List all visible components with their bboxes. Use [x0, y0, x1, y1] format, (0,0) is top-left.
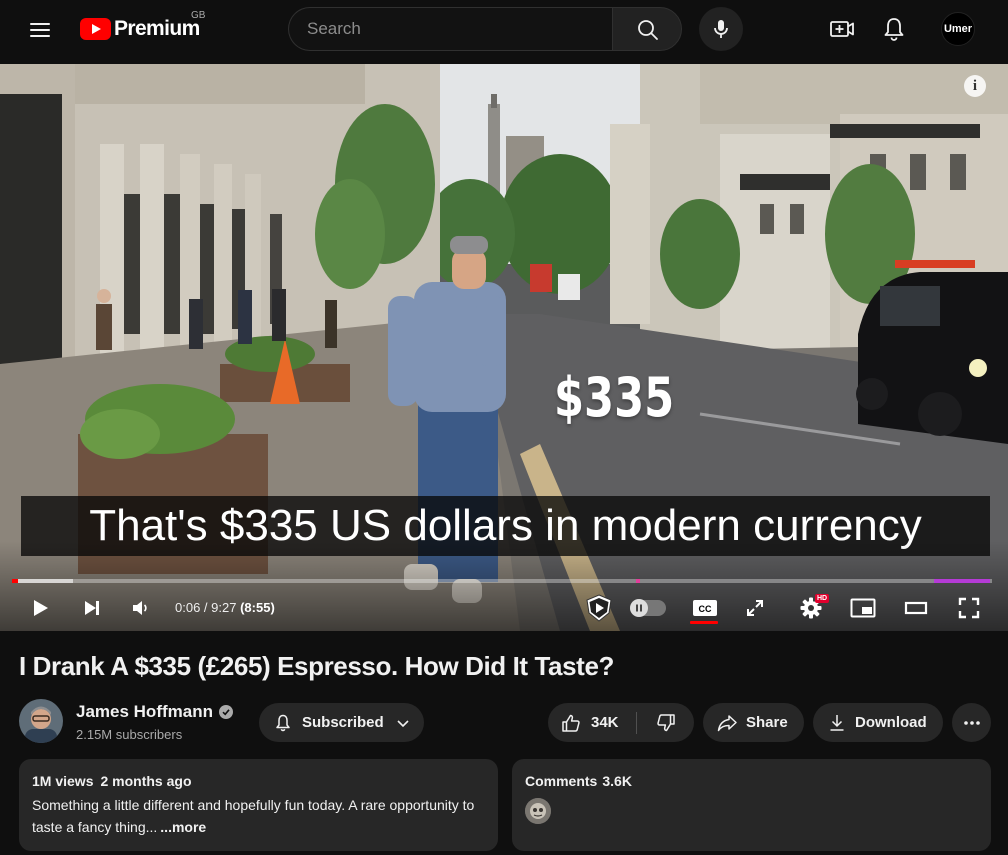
svg-text:CC: CC — [699, 604, 712, 614]
commenter-avatar — [525, 798, 551, 824]
pause-icon — [630, 599, 648, 617]
channel-avatar[interactable] — [19, 699, 63, 743]
channel-name[interactable]: James Hoffmann — [76, 702, 233, 722]
comments-header: Comments 3.6K — [525, 773, 978, 789]
guide-menu-button[interactable] — [24, 14, 56, 44]
miniplayer-button[interactable] — [847, 590, 879, 626]
notifications-bell-icon[interactable] — [878, 13, 910, 45]
like-count: 34K — [591, 714, 619, 731]
video-player[interactable]: i $335 That's $335 US dollars in modern … — [0, 64, 1008, 631]
channel-avatar-image — [19, 699, 63, 743]
masthead: Premium GB Umer — [0, 0, 1008, 58]
channel-name-text: James Hoffmann — [76, 702, 213, 721]
video-title: I Drank A $335 (£265) Espresso. How Did … — [19, 651, 614, 681]
overlay-price-text: $335 — [554, 366, 675, 429]
like-dislike-group: 34K — [548, 703, 694, 742]
current-time: 0:06 — [175, 600, 201, 615]
bell-icon — [276, 714, 290, 731]
miniplayer-expand-button[interactable] — [740, 590, 770, 626]
remaining-time: (8:55) — [240, 600, 275, 615]
theater-mode-icon — [904, 601, 928, 615]
comments-card[interactable]: Comments 3.6K — [512, 759, 991, 851]
view-count: 1M views — [32, 773, 94, 789]
comments-count: 3.6K — [602, 773, 632, 789]
more-horizontal-icon — [963, 720, 980, 725]
chevron-down-icon — [397, 719, 409, 727]
voice-search-button[interactable] — [699, 7, 743, 51]
shield-play-icon — [586, 594, 612, 622]
sponsorblock-button[interactable] — [581, 590, 617, 626]
expand-arrows-icon — [747, 600, 763, 616]
miniplayer-icon — [850, 598, 876, 618]
progress-bar[interactable] — [12, 579, 992, 583]
thumbs-down-icon — [656, 713, 675, 731]
download-label: Download — [855, 714, 927, 731]
time-separator: / — [200, 600, 212, 615]
search-box — [288, 7, 613, 51]
share-arrow-icon — [717, 714, 737, 731]
thumbs-up-icon — [562, 714, 580, 732]
fullscreen-icon — [958, 597, 980, 619]
hd-badge: HD — [815, 594, 830, 603]
commenter-avatar-image — [525, 798, 551, 824]
total-time: 9:27 — [211, 600, 237, 615]
progress-played — [12, 579, 18, 583]
dislike-button[interactable] — [637, 703, 694, 742]
next-icon — [85, 601, 99, 615]
verified-check-icon — [218, 705, 233, 719]
search-input[interactable] — [307, 8, 597, 50]
region-code: GB — [191, 10, 206, 21]
search-button[interactable] — [612, 7, 682, 51]
autoplay-toggle[interactable] — [630, 599, 666, 617]
description-text: Something a little different and hopeful… — [32, 794, 485, 838]
subtitles-active-indicator — [690, 621, 718, 624]
share-label: Share — [746, 714, 788, 731]
description-snippet: Something a little different and hopeful… — [32, 797, 475, 835]
upload-age: 2 months ago — [100, 773, 192, 789]
description-meta: 1M views 2 months ago — [32, 773, 485, 789]
play-icon — [34, 600, 48, 616]
account-avatar-button[interactable]: Umer — [941, 12, 975, 46]
comments-label: Comments — [525, 773, 598, 789]
hamburger-icon — [30, 23, 50, 25]
player-controls: 0:06 / 9:27 (8:55) CC HD — [0, 590, 1008, 630]
chapter-marker — [636, 579, 640, 583]
time-display: 0:06 / 9:27 (8:55) — [175, 600, 275, 615]
video-info-button[interactable]: i — [964, 75, 986, 97]
logo-text: Premium — [114, 17, 200, 40]
youtube-play-icon — [80, 18, 111, 40]
highlighted-segment — [934, 579, 990, 583]
share-button[interactable]: Share — [703, 703, 804, 742]
theater-mode-button[interactable] — [900, 590, 932, 626]
show-more-link[interactable]: ...more — [160, 819, 206, 835]
volume-icon — [133, 601, 147, 615]
fullscreen-button[interactable] — [953, 590, 985, 626]
youtube-premium-logo[interactable]: Premium — [80, 16, 200, 42]
description-card[interactable]: 1M views 2 months ago Something a little … — [19, 759, 498, 851]
download-icon — [830, 714, 844, 731]
closed-captions-icon: CC — [693, 600, 717, 616]
like-button[interactable]: 34K — [548, 703, 636, 742]
subscribed-button[interactable]: Subscribed — [259, 703, 424, 742]
more-actions-button[interactable] — [952, 703, 991, 742]
subscribed-label: Subscribed — [302, 714, 384, 731]
create-video-icon[interactable] — [826, 13, 858, 45]
play-button[interactable] — [24, 590, 56, 626]
next-button[interactable] — [76, 590, 108, 626]
volume-button[interactable] — [126, 590, 156, 626]
progress-loaded — [12, 579, 73, 583]
microphone-icon — [714, 20, 728, 38]
download-button[interactable]: Download — [813, 703, 943, 742]
search-icon — [638, 20, 658, 40]
subscriber-count: 2.15M subscribers — [76, 727, 183, 742]
